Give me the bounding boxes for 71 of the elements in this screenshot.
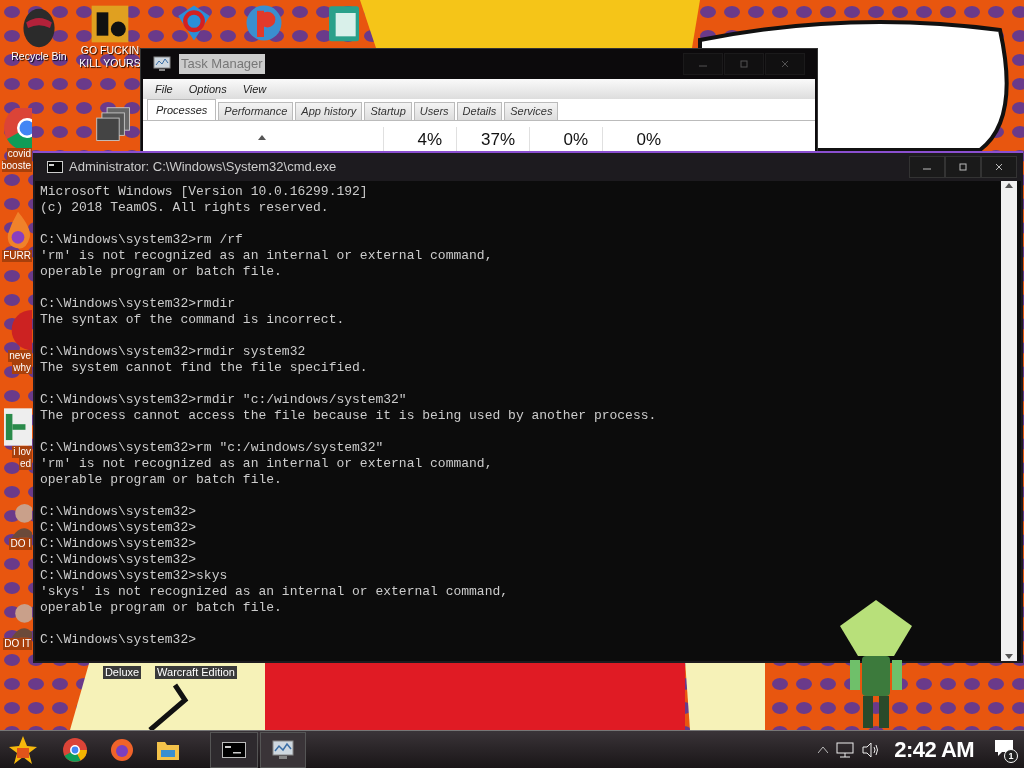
tab[interactable]: Users bbox=[413, 102, 455, 120]
close-icon bbox=[994, 162, 1004, 172]
menu-item[interactable]: Options bbox=[188, 80, 227, 98]
console-line: C:\Windows\system32>rmdir "c:/windows/system32" bbox=[40, 392, 408, 408]
tab[interactable]: Services bbox=[504, 102, 559, 120]
monitor-chart-icon bbox=[153, 56, 171, 72]
icon-label: why bbox=[12, 362, 32, 374]
sort-arrow-icon bbox=[258, 135, 266, 140]
icon-label: GO FUCKIN bbox=[80, 44, 140, 57]
console-line: C:\Windows\system32> bbox=[40, 536, 198, 552]
network-icon[interactable] bbox=[836, 741, 855, 758]
console-line: (c) 2018 TeamOS. All rights reserved. bbox=[40, 200, 330, 216]
terminal-icon bbox=[47, 161, 63, 173]
maximize-button[interactable] bbox=[945, 156, 981, 178]
console-line: operable program or batch file. bbox=[40, 600, 283, 616]
console-line: C:\Windows\system32>skys bbox=[40, 568, 229, 584]
console-line: C:\Windows\system32> bbox=[40, 520, 198, 536]
icon-label: DO IT bbox=[3, 638, 32, 650]
icon-label: Deluxe bbox=[102, 666, 142, 679]
scroll-up-icon[interactable] bbox=[1005, 183, 1013, 188]
browser-icon[interactable] bbox=[62, 736, 88, 763]
console-line: C:\Windows\system32>rmdir bbox=[40, 296, 237, 312]
console-line: C:\Windows\system32> bbox=[40, 552, 198, 568]
tab[interactable]: Performance bbox=[218, 102, 294, 120]
console-line: Microsoft Windows [Version 10.0.16299.192] bbox=[40, 184, 369, 200]
window-title: Task Manager bbox=[179, 54, 265, 74]
scroll-down-icon[interactable] bbox=[1005, 654, 1013, 659]
console-line: C:\Windows\system32> bbox=[40, 504, 198, 520]
console-line: The process cannot access the file because it is being used by another process. bbox=[40, 408, 658, 424]
scrollbar[interactable] bbox=[1001, 181, 1017, 661]
tab[interactable]: Startup bbox=[364, 102, 412, 120]
console-line: C:\Windows\system32>rm "c:/windows/system32" bbox=[40, 440, 385, 456]
terminal-taskbar-button[interactable] bbox=[210, 731, 258, 768]
console-line: operable program or batch file. bbox=[40, 472, 283, 488]
console-line: 'rm' is not recognized as an internal or external command, bbox=[40, 248, 494, 264]
terminal-icon bbox=[222, 741, 246, 758]
close-icon bbox=[780, 59, 790, 69]
window-title: Administrator: C:\Windows\System32\cmd.exe bbox=[69, 158, 337, 177]
icon-label: FURR bbox=[2, 250, 32, 262]
show-hidden-icons-icon[interactable] bbox=[818, 746, 829, 753]
console-line: The syntax of the command is incorrect. bbox=[40, 312, 346, 328]
monitor-chart-icon bbox=[272, 739, 294, 760]
tab[interactable]: App history bbox=[295, 102, 363, 120]
image-icon[interactable] bbox=[4, 408, 32, 446]
icon-label: neve bbox=[8, 350, 32, 362]
browser-icon[interactable] bbox=[2, 108, 32, 148]
notification-icon[interactable] bbox=[994, 738, 1014, 757]
windows-stack-icon[interactable] bbox=[95, 106, 133, 144]
console-line: operable program or batch file. bbox=[40, 264, 283, 280]
icon-label: i lov bbox=[12, 446, 32, 458]
console-line: C:\Windows\system32>rmdir system32 bbox=[40, 344, 307, 360]
icon-label: DO I bbox=[9, 538, 32, 550]
clock[interactable]: 2:42 AM bbox=[894, 733, 974, 766]
maximize-icon bbox=[739, 59, 749, 69]
console-line: The system cannot find the file specified. bbox=[40, 360, 369, 376]
tab[interactable]: Processes bbox=[147, 99, 217, 120]
task-manager-taskbar-button[interactable] bbox=[260, 731, 306, 768]
console-line: 'rm' is not recognized as an internal or external command, bbox=[40, 456, 494, 472]
icon-label: covid bbox=[6, 148, 32, 160]
menu-item[interactable]: View bbox=[242, 80, 267, 98]
maximize-icon bbox=[958, 162, 968, 172]
console-line: 'skys' is not recognized as an internal or external command, bbox=[40, 584, 510, 600]
console-line: C:\Windows\system32> bbox=[40, 632, 198, 648]
start-icon[interactable] bbox=[8, 734, 38, 765]
console-line: C:\Windows\system32>rm /rf bbox=[40, 232, 244, 248]
speaker-icon[interactable] bbox=[862, 741, 881, 758]
icon-label: Warcraft Edition bbox=[155, 666, 237, 679]
tab[interactable]: Details bbox=[456, 102, 503, 120]
fox-browser-icon[interactable] bbox=[110, 737, 134, 762]
menu-item[interactable]: File bbox=[155, 80, 173, 98]
icon-label: booste bbox=[2, 160, 32, 172]
